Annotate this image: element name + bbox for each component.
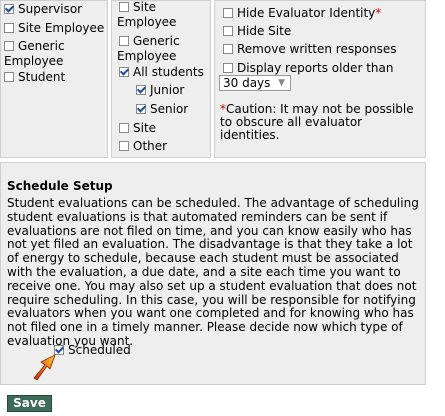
subject-generic-employee-checkbox[interactable]: [119, 36, 129, 46]
remove-written-option[interactable]: Remove written responses: [223, 42, 397, 57]
hide-evaluator-identity-checkbox[interactable]: [223, 8, 233, 18]
subject-site-employee-checkbox[interactable]: [119, 2, 129, 12]
site-employee-label: Site Employee: [18, 21, 105, 35]
older-than-value: 30 days: [223, 76, 271, 90]
all-students-option[interactable]: All students: [119, 65, 204, 80]
junior-option[interactable]: Junior: [136, 83, 184, 98]
display-older-label: Display reports older than: [237, 61, 394, 75]
remove-written-checkbox[interactable]: [223, 44, 233, 54]
student-option[interactable]: Student: [4, 70, 65, 85]
subject-other-checkbox[interactable]: [119, 141, 129, 151]
junior-label: Junior: [150, 83, 185, 97]
subject-site-checkbox[interactable]: [119, 123, 129, 133]
schedule-setup-title: Schedule Setup: [7, 179, 113, 193]
site-employee-checkbox[interactable]: [4, 23, 14, 33]
generic-employee-option[interactable]: Generic Employee: [4, 39, 104, 69]
scheduled-option[interactable]: Scheduled: [54, 343, 131, 358]
hide-evaluator-identity-label: Hide Evaluator Identity: [237, 6, 376, 20]
subject-site-label: Site: [133, 121, 157, 135]
subject-site-option[interactable]: Site: [119, 121, 156, 136]
all-students-label: All students: [133, 65, 204, 79]
subject-other-label: Other: [133, 139, 168, 153]
student-checkbox[interactable]: [4, 72, 14, 82]
display-older-option[interactable]: Display reports older than: [223, 61, 393, 76]
site-employee-option[interactable]: Site Employee: [4, 21, 104, 36]
junior-checkbox[interactable]: [136, 85, 146, 95]
student-label: Student: [18, 70, 66, 84]
supervisor-checkbox[interactable]: [4, 4, 14, 14]
hide-site-label: Hide Site: [237, 24, 292, 38]
scheduled-label: Scheduled: [68, 343, 131, 357]
chevron-down-icon: ▼: [278, 78, 285, 88]
all-students-checkbox[interactable]: [119, 67, 129, 77]
required-mark: *: [375, 6, 382, 20]
remove-written-label: Remove written responses: [237, 42, 397, 56]
senior-label: Senior: [150, 102, 189, 116]
generic-employee-checkbox[interactable]: [4, 41, 14, 51]
caution-text: Caution: It may not be possible to obscu…: [220, 102, 414, 142]
hide-evaluator-identity-option[interactable]: Hide Evaluator Identity*: [223, 6, 381, 21]
supervisor-label: Supervisor: [18, 2, 83, 16]
save-button[interactable]: Save: [7, 395, 52, 412]
senior-checkbox[interactable]: [136, 104, 146, 114]
hide-site-option[interactable]: Hide Site: [223, 24, 291, 39]
hide-site-checkbox[interactable]: [223, 26, 233, 36]
caution-note: *Caution: It may not be possible to obsc…: [220, 103, 420, 142]
supervisor-option[interactable]: Supervisor: [4, 2, 82, 17]
display-older-checkbox[interactable]: [223, 63, 233, 73]
pointer-arrow-icon: [33, 354, 56, 381]
subject-other-option[interactable]: Other: [119, 139, 167, 154]
subject-generic-employee-option[interactable]: Generic Employee: [117, 34, 207, 64]
subject-site-employee-option[interactable]: Site Employee: [117, 0, 207, 30]
older-than-select[interactable]: 30 days ▼: [219, 75, 291, 91]
schedule-setup-description: Student evaluations can be scheduled. Th…: [7, 196, 419, 348]
senior-option[interactable]: Senior: [136, 102, 188, 117]
